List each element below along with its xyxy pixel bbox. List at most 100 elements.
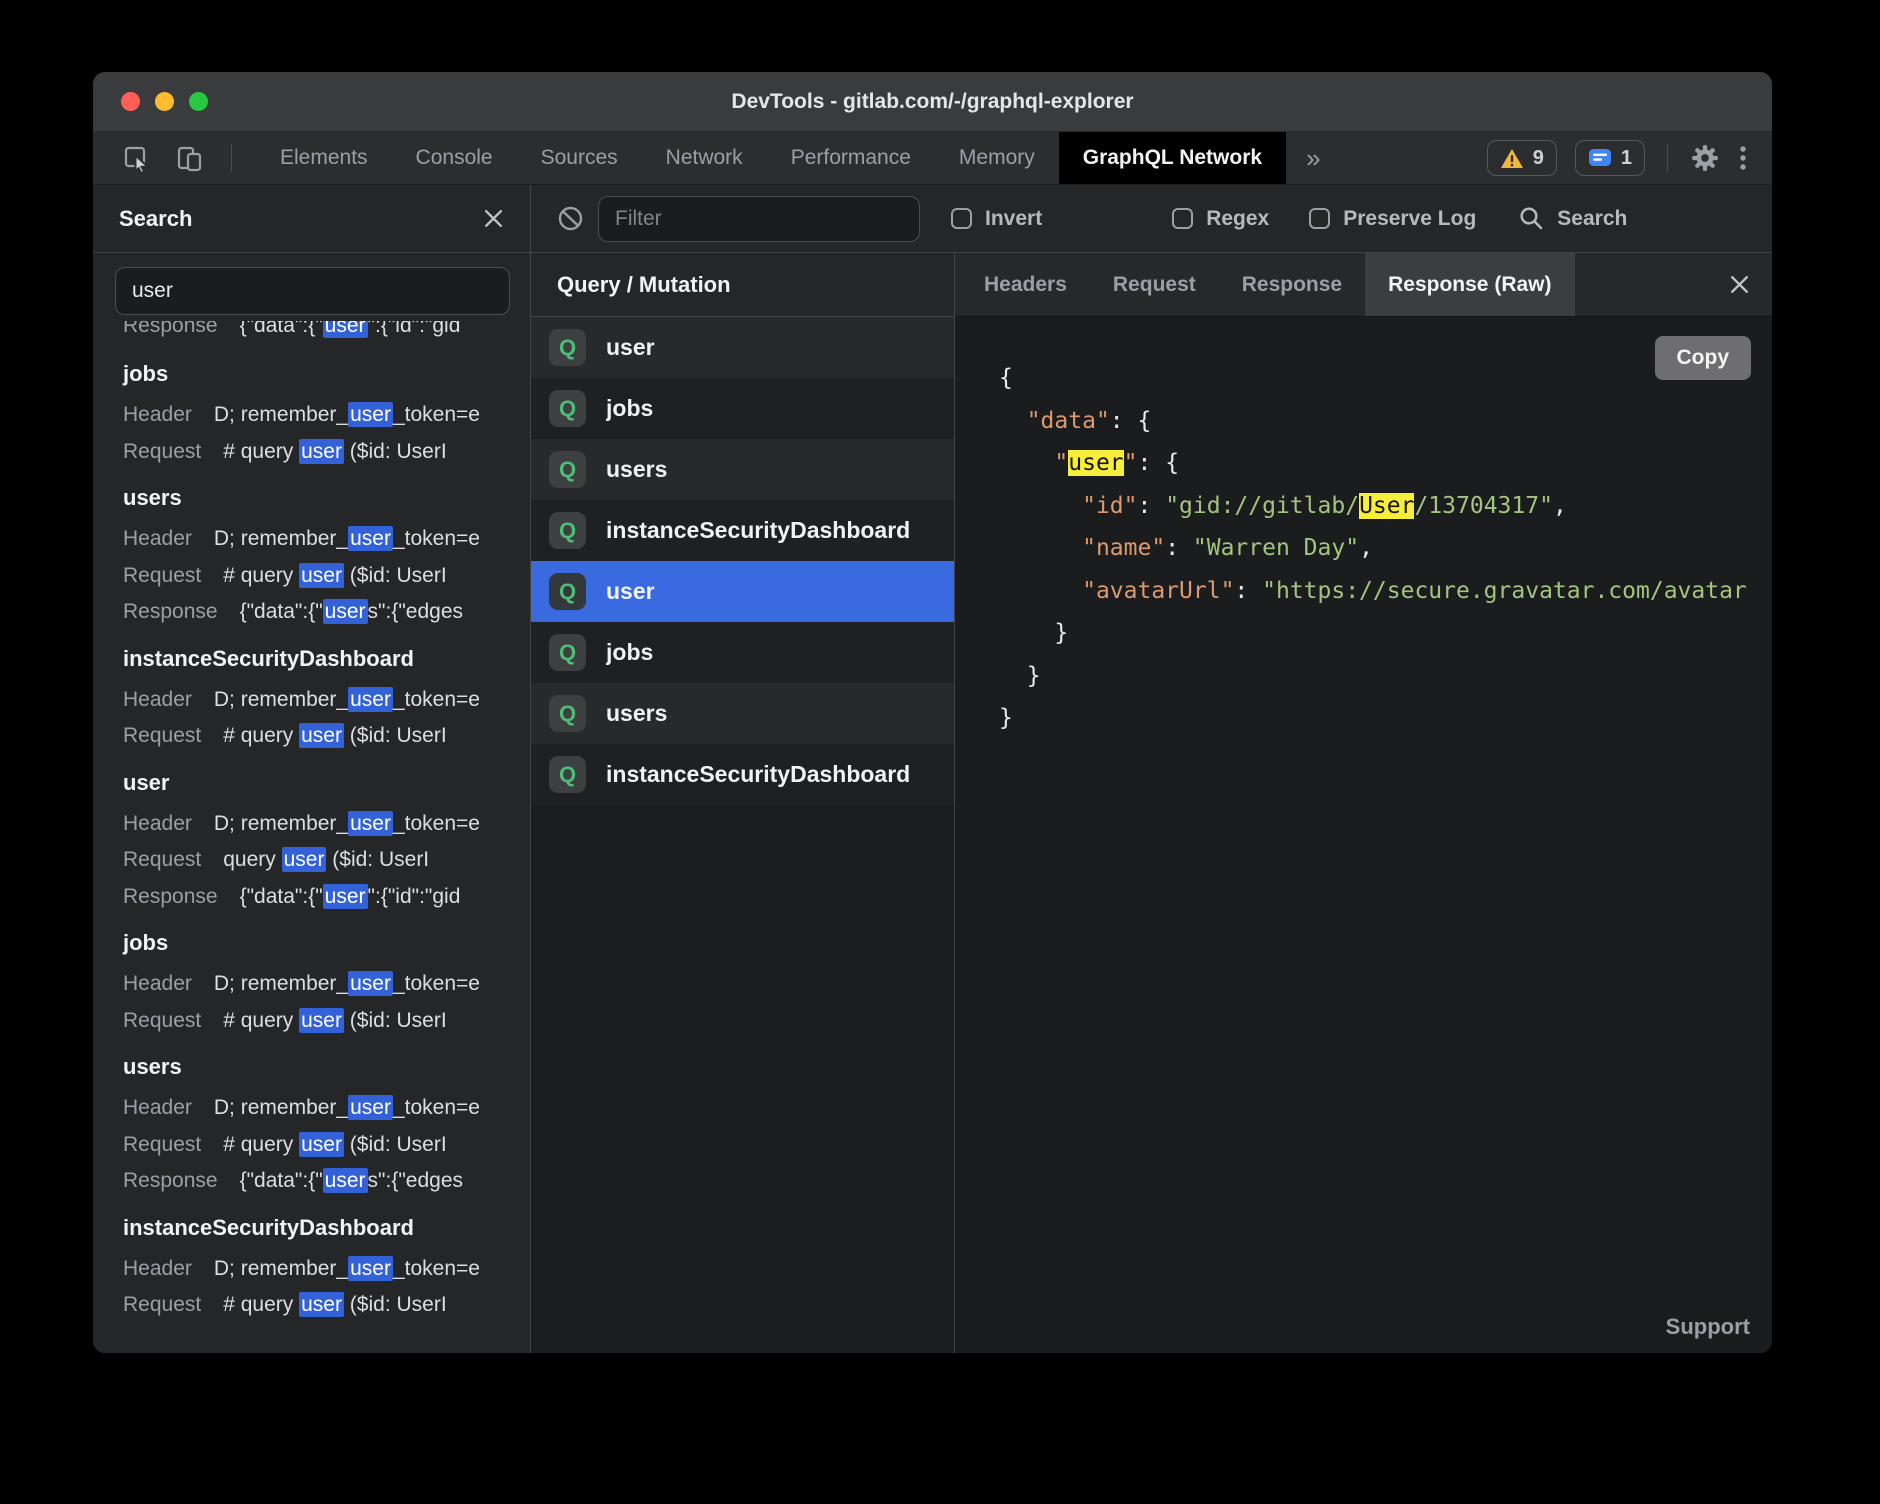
result-row-content: # query user ($id: UserI	[223, 1009, 446, 1032]
devtools-tab-elements[interactable]: Elements	[256, 132, 392, 184]
result-text: query	[223, 848, 281, 871]
preserve-log-label: Preserve Log	[1343, 207, 1476, 231]
json-token: "id"	[1082, 493, 1137, 519]
search-result-row: Header D; remember_user_token=e	[123, 521, 520, 558]
clear-block-icon[interactable]	[557, 205, 584, 232]
result-text: # query	[223, 1293, 299, 1316]
query-list-item-instancesecuritydashboard[interactable]: QinstanceSecurityDashboard	[531, 500, 954, 561]
search-result-row: Request# query user ($id: UserI	[123, 1287, 520, 1324]
devtools-tab-performance[interactable]: Performance	[767, 132, 935, 184]
fullscreen-window-button[interactable]	[189, 92, 208, 111]
json-token: :	[1234, 578, 1262, 604]
json-token: "data"	[1027, 408, 1110, 434]
search-match-highlight-yellow: User	[1359, 493, 1414, 519]
response-tab-request[interactable]: Request	[1090, 253, 1219, 316]
inspect-element-icon[interactable]	[123, 132, 150, 184]
close-detail-icon[interactable]	[1729, 253, 1750, 316]
device-toolbar-icon[interactable]	[176, 132, 203, 184]
result-row-label: Header	[123, 403, 192, 426]
devtools-tabbar-tabs: ElementsConsoleSourcesNetworkPerformance…	[256, 132, 1286, 184]
response-tabbar: HeadersRequestResponseResponse (Raw)	[955, 253, 1772, 317]
message-count: 1	[1621, 147, 1632, 170]
result-text: _token=e	[393, 812, 480, 835]
minimize-window-button[interactable]	[155, 92, 174, 111]
json-token	[999, 535, 1082, 561]
search-match-highlight: user	[348, 402, 393, 427]
json-token: "	[1054, 450, 1068, 476]
query-list-item-users[interactable]: Qusers	[531, 439, 954, 500]
response-tab-response[interactable]: Response	[1219, 253, 1365, 316]
search-result-operation-name[interactable]: user	[123, 764, 520, 802]
result-row-label: Request	[123, 564, 201, 587]
query-list-item-jobs[interactable]: Qjobs	[531, 378, 954, 439]
result-row-label: Response	[123, 600, 218, 623]
close-window-button[interactable]	[121, 92, 140, 111]
result-row-content: # query user ($id: UserI	[223, 724, 446, 747]
query-list-item-users[interactable]: Qusers	[531, 683, 954, 744]
search-result-operation-name[interactable]: users	[123, 1048, 520, 1086]
query-list-item-user[interactable]: Quser	[531, 317, 954, 378]
filter-toolbar: Invert Regex Preserve Log Search	[531, 185, 1772, 253]
messages-badge[interactable]: 1	[1575, 140, 1645, 176]
support-link[interactable]: Support	[1666, 1314, 1750, 1340]
response-tab-response-raw[interactable]: Response (Raw)	[1365, 253, 1574, 316]
network-search-button[interactable]: Search	[1518, 205, 1627, 232]
search-result-row: HeaderD; remember_user_token=e	[123, 1251, 520, 1288]
result-row-content: # query user ($id: UserI	[223, 1133, 446, 1156]
devtools-window: DevTools - gitlab.com/-/graphql-explorer…	[93, 72, 1772, 1353]
query-list-item-jobs[interactable]: Qjobs	[531, 622, 954, 683]
search-result-row: HeaderD; remember_user_token=e	[123, 806, 520, 843]
devtools-toolbar: ElementsConsoleSourcesNetworkPerformance…	[93, 132, 1772, 185]
preserve-log-checkbox[interactable]	[1309, 208, 1330, 229]
devtools-tab-graphql-network[interactable]: GraphQL Network	[1059, 132, 1286, 184]
invert-label: Invert	[985, 207, 1042, 231]
search-result-operation-name[interactable]: jobs	[123, 924, 520, 962]
response-tab-headers[interactable]: Headers	[961, 253, 1090, 316]
search-result-operation-name[interactable]: users	[123, 479, 520, 517]
result-row-label: Request	[123, 724, 201, 747]
more-tabs-chevron[interactable]: »	[1286, 132, 1340, 184]
search-result-operation-name[interactable]: instanceSecurityDashboard	[123, 1209, 520, 1247]
query-list-item-instancesecuritydashboard[interactable]: QinstanceSecurityDashboard	[531, 744, 954, 805]
result-row-label: Header	[123, 527, 192, 550]
result-text: {"data":{"	[240, 1169, 323, 1192]
search-result-operation-name[interactable]: instanceSecurityDashboard	[123, 640, 520, 678]
json-token: /13704317"	[1414, 493, 1552, 519]
devtools-tab-network[interactable]: Network	[642, 132, 767, 184]
result-row-content: # query user ($id: UserI	[223, 440, 446, 463]
result-row-label: Request	[123, 848, 201, 871]
result-row-content: {"data":{"user":{"id":"gid	[240, 321, 461, 337]
filter-option-preserve-log[interactable]: Preserve Log	[1309, 207, 1476, 231]
toolbar-right-group: 9 1	[1487, 132, 1772, 184]
copy-button[interactable]: Copy	[1655, 336, 1752, 380]
result-text: D; remember_	[214, 1257, 348, 1280]
result-row-label: Response	[123, 1169, 218, 1192]
search-result-operation-name[interactable]: jobs	[123, 355, 520, 393]
filter-input[interactable]	[598, 196, 920, 242]
search-result-row: Response{"data":{"user":{"id":"gid	[123, 321, 520, 345]
invert-checkbox[interactable]	[951, 208, 972, 229]
filter-option-invert[interactable]: Invert	[951, 207, 1042, 231]
search-button-label: Search	[1557, 207, 1627, 231]
warnings-badge[interactable]: 9	[1487, 140, 1557, 176]
query-list-item-user[interactable]: Quser	[531, 561, 954, 622]
result-row-content: {"data":{"user":{"id":"gid	[240, 885, 461, 908]
search-input[interactable]	[115, 267, 510, 315]
close-search-panel-icon[interactable]	[483, 208, 504, 229]
result-row-label: Header	[123, 688, 192, 711]
regex-checkbox[interactable]	[1172, 208, 1193, 229]
result-text: D; remember_	[214, 1096, 348, 1119]
result-text: D; remember_	[214, 527, 348, 550]
filter-option-regex[interactable]: Regex	[1172, 207, 1269, 231]
devtools-content: Search Response{"data":{"user":{"id":"gi…	[93, 185, 1772, 1353]
query-badge-icon: Q	[549, 573, 586, 610]
result-row-content: D; remember_user_token=e	[214, 527, 480, 550]
devtools-tab-sources[interactable]: Sources	[517, 132, 642, 184]
search-results-scroll[interactable]: Response{"data":{"user":{"id":"gid jobsH…	[93, 315, 530, 1353]
devtools-tab-memory[interactable]: Memory	[935, 132, 1059, 184]
devtools-tab-console[interactable]: Console	[392, 132, 517, 184]
kebab-menu-icon[interactable]	[1738, 144, 1748, 172]
query-badge-icon: Q	[549, 390, 586, 427]
json-token: :	[1165, 535, 1193, 561]
settings-gear-icon[interactable]	[1690, 143, 1720, 173]
